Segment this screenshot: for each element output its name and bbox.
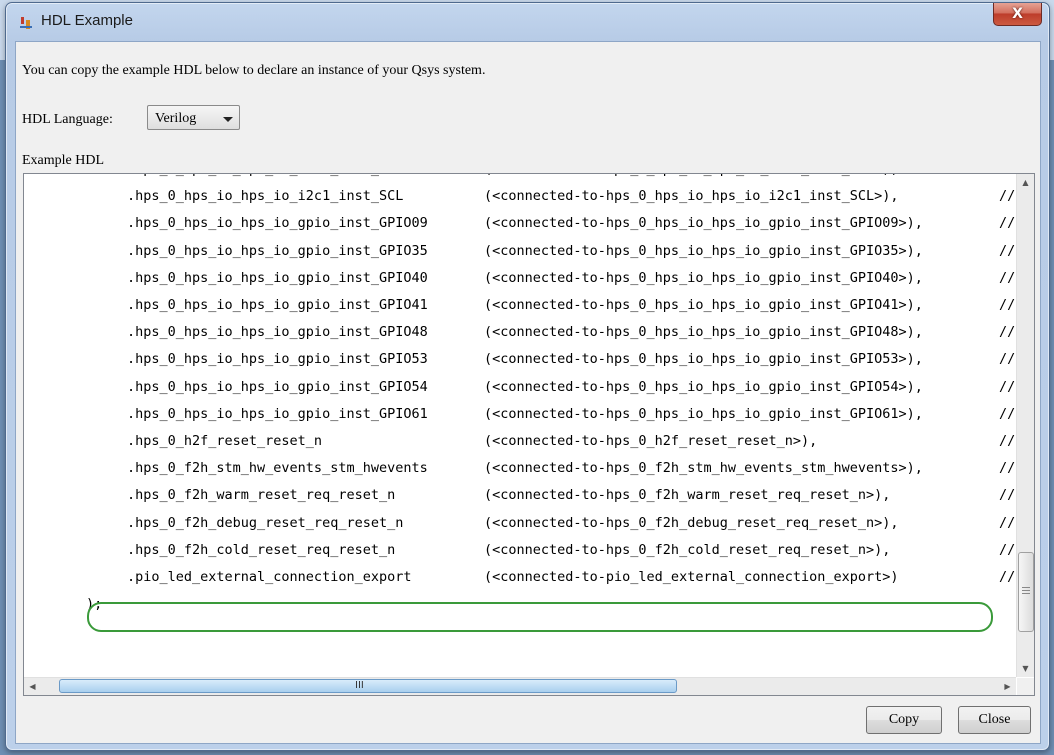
code-conn: (<connected-to-hps_0_hps_io_hps_io_gpio_… [484,351,923,368]
code-line: .hps_0_hps_io_hps_io_gpio_inst_GPIO41 (<c… [24,297,1016,324]
code-line: .hps_0_hps_io_hps_io_i2c1_inst_SDA (<conn… [24,174,1016,188]
code-line: .hps_0_f2h_cold_reset_req_reset_n (<conne… [24,542,1016,569]
scroll-left-icon[interactable]: ◀ [24,678,41,695]
code-comment: // [999,460,1016,477]
code-port: .hps_0_f2h_stm_hw_events_stm_hwevents [127,460,428,477]
code-lines: .hps_0_hps_io_hps_io_i2c1_inst_SDA (<conn… [24,174,1016,677]
code-line: .hps_0_hps_io_hps_io_gpio_inst_GPIO54 (<c… [24,379,1016,406]
code-conn: (<connected-to-hps_0_hps_io_hps_io_gpio_… [484,215,923,232]
code-line: .hps_0_hps_io_hps_io_gpio_inst_GPIO53 (<c… [24,351,1016,378]
code-line: .hps_0_hps_io_hps_io_gpio_inst_GPIO61 (<c… [24,406,1016,433]
code-comment: // [999,215,1016,232]
highlighted-code-line: .pio_led_external_connection_export (<con… [24,569,1016,596]
hdl-language-value: Verilog [155,111,197,126]
hdl-language-label: HDL Language: [22,112,113,127]
code-conn: (<connected-to-hps_0_f2h_cold_reset_req_… [484,541,891,558]
code-comment: // [999,269,1016,286]
scroll-grip-icon: III [355,680,364,691]
close-window-button[interactable]: X [993,3,1042,26]
copy-button[interactable]: Copy [866,706,942,734]
code-comment: // [999,541,1016,558]
code-conn: (<connected-to-hps_0_hps_io_hps_io_gpio_… [484,297,923,313]
scroll-up-icon[interactable]: ▲ [1017,174,1034,191]
code-conn: (<connected-to-pio_led_external_connecti… [484,569,899,585]
example-hdl-label: Example HDL [22,153,105,168]
code-line: .hps_0_hps_io_hps_io_gpio_inst_GPIO40 (<c… [24,270,1016,297]
code-comment: // [999,487,1016,504]
code-comment: // [999,569,1016,585]
vertical-scrollbar[interactable]: ▲ ▼ [1016,174,1034,677]
code-line: .hps_0_hps_io_hps_io_i2c1_inst_SCL (<conn… [24,188,1016,215]
code-conn: (<connected-to-hps_0_f2h_stm_hw_events_s… [484,460,923,477]
code-comment: // [999,514,1016,531]
code-port: .hps_0_f2h_cold_reset_req_reset_n [127,541,396,558]
code-line: .hps_0_f2h_debug_reset_req_reset_n (<conn… [24,515,1016,542]
code-port: .pio_led_external_connection_export [127,569,412,585]
code-port: .hps_0_hps_io_hps_io_gpio_inst_GPIO54 [127,378,428,395]
code-conn: (<connected-to-hps_0_f2h_warm_reset_req_… [484,487,891,504]
code-conn: (<connected-to-hps_0_hps_io_hps_io_gpio_… [484,405,923,422]
code-line: .hps_0_hps_io_hps_io_gpio_inst_GPIO48 (<c… [24,324,1016,351]
code-comment: // [999,242,1016,259]
dialog-content: You can copy the example HDL below to de… [15,41,1041,744]
code-conn: (<connected-to-hps_0_hps_io_hps_io_i2c1_… [484,188,899,205]
close-button[interactable]: Close [958,706,1031,734]
code-port: .hps_0_f2h_debug_reset_req_reset_n [127,514,404,531]
code-line: .hps_0_h2f_reset_reset_n (<connected-to-h… [24,433,1016,460]
code-conn: (<connected-to-hps_0_f2h_debug_reset_req… [484,514,899,531]
hdl-code-area[interactable]: .hps_0_hps_io_hps_io_i2c1_inst_SDA (<conn… [23,173,1035,696]
code-port: .hps_0_hps_io_hps_io_i2c1_inst_SCL [127,188,404,205]
code-comment: // [999,378,1016,395]
highlight-outline [87,602,993,632]
code-port: .hps_0_hps_io_hps_io_gpio_inst_GPIO53 [127,351,428,368]
code-port: .hps_0_hps_io_hps_io_i2c1_inst_SDA [127,174,403,177]
scroll-right-icon[interactable]: ▶ [999,678,1016,695]
title-bar[interactable]: HDL Example X [6,3,1049,41]
code-conn: (<connected-to-hps_0_hps_io_hps_io_gpio_… [484,324,923,341]
code-port: .hps_0_h2f_reset_reset_n [127,433,323,449]
scroll-corner [1017,678,1034,695]
code-comment: // [999,188,1016,205]
code-comment: // [999,405,1016,422]
code-comment: // [999,324,1016,341]
close-x-icon: X [1012,6,1023,22]
horizontal-scrollbar[interactable]: ◀ III ▶ [24,677,1016,695]
code-port: .hps_0_hps_io_hps_io_gpio_inst_GPIO35 [127,242,428,259]
code-conn: (<connected-to-hps_0_h2f_reset_reset_n>)… [484,433,818,449]
code-comment: // [999,433,1016,449]
window-title: HDL Example [41,12,133,29]
vertical-scroll-thumb[interactable] [1018,552,1034,632]
code-conn: (<connected-to-hps_0_hps_io_hps_io_gpio_… [484,269,923,286]
code-comment: // [999,351,1016,368]
code-line: .hps_0_hps_io_hps_io_gpio_inst_GPIO09 (<c… [24,215,1016,242]
code-port: .hps_0_hps_io_hps_io_gpio_inst_GPIO40 [127,269,428,286]
hdl-example-dialog: HDL Example X You can copy the example H… [5,2,1050,751]
hdl-language-select[interactable]: Verilog [147,105,240,130]
code-conn: (<connected-to-hps_0_hps_io_hps_io_gpio_… [484,378,923,395]
code-conn: (<connected-to-hps_0_hps_io_hps_io_gpio_… [484,242,923,259]
code-conn: (<connected-to-hps_0_hps_io_hps_io_i2c1_… [484,174,899,177]
code-port: .hps_0_hps_io_hps_io_gpio_inst_GPIO61 [127,405,428,422]
code-port: .hps_0_f2h_warm_reset_req_reset_n [127,487,396,504]
code-port: .hps_0_hps_io_hps_io_gpio_inst_GPIO48 [127,324,428,341]
code-line: .hps_0_hps_io_hps_io_gpio_inst_GPIO35 (<c… [24,243,1016,270]
code-port: .hps_0_hps_io_hps_io_gpio_inst_GPIO41 [127,297,428,313]
hdl-app-icon [20,17,32,29]
horizontal-scroll-thumb[interactable]: III [59,679,677,693]
code-comment: // [999,297,1016,313]
description-text: You can copy the example HDL below to de… [22,63,486,78]
code-line: .hps_0_f2h_stm_hw_events_stm_hwevents (<c… [24,460,1016,487]
code-line: .hps_0_f2h_warm_reset_req_reset_n (<conne… [24,487,1016,514]
scroll-down-icon[interactable]: ▼ [1017,660,1034,677]
chevron-down-icon [223,117,233,122]
code-port: .hps_0_hps_io_hps_io_gpio_inst_GPIO09 [127,215,428,232]
